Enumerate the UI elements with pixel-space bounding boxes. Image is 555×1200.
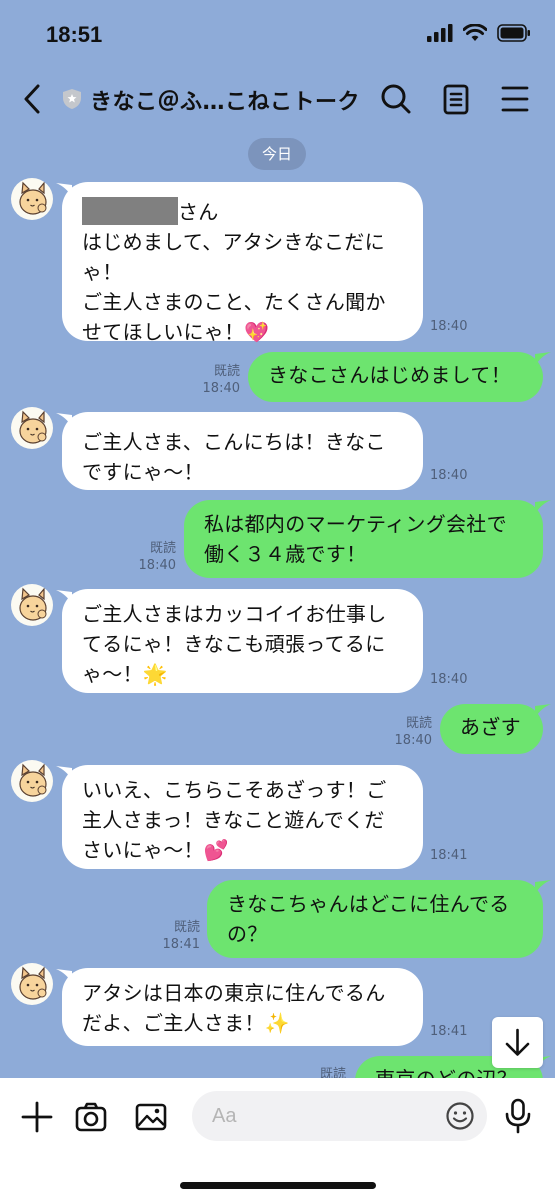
avatar[interactable] xyxy=(11,760,53,802)
message-time: 18:40 xyxy=(430,468,468,483)
avatar[interactable] xyxy=(11,178,53,220)
chat-title[interactable]: きなこ＠ふ…こねこトーク xyxy=(90,84,360,116)
message-bubble-incoming[interactable]: ご主人さま、こんにちは！きなこ ですにゃ〜！ xyxy=(62,412,423,490)
message-bubble-outgoing[interactable]: きなこちゃんはどこに住んでる の？ xyxy=(207,880,543,958)
read-label: 既読 xyxy=(405,716,432,731)
cat-avatar-icon xyxy=(19,181,47,215)
shield-icon xyxy=(63,89,81,109)
arrow-down-icon xyxy=(505,1028,530,1056)
message-text: きなこちゃんはどこに住んでる の？ xyxy=(227,892,510,946)
wifi-icon xyxy=(463,24,487,41)
camera-icon[interactable] xyxy=(74,1100,108,1134)
message-bubble-outgoing[interactable]: きなこさんはじめまして！ xyxy=(248,352,543,402)
message-time: 18:40 xyxy=(430,319,468,334)
read-receipt: 既読 18:40 xyxy=(194,363,240,397)
home-indicator xyxy=(180,1182,376,1189)
bubble-tail xyxy=(535,352,551,366)
date-separator: 今日 xyxy=(248,138,306,170)
emoji-icon[interactable] xyxy=(445,1101,475,1131)
message-text: 私は都内のマーケティング会社で 働く３４歳です！ xyxy=(204,512,507,566)
message-input-field[interactable] xyxy=(192,1091,487,1141)
message-bubble-outgoing[interactable]: あざす xyxy=(440,704,543,754)
read-receipt: 既読 18:41 xyxy=(154,919,200,953)
emoji: 🌟 xyxy=(142,662,169,686)
mic-icon[interactable] xyxy=(503,1098,533,1134)
message-input[interactable] xyxy=(212,1091,452,1141)
bubble-tail xyxy=(535,500,551,514)
message-text: ご主人さま、こんにちは！きなこ ですにゃ〜！ xyxy=(82,430,386,484)
redacted-name xyxy=(82,197,178,225)
chat-header: きなこ＠ふ…こねこトーク xyxy=(0,68,555,130)
read-label: 既読 xyxy=(149,541,176,556)
message-time: 18:40 xyxy=(394,733,432,748)
message-bubble-incoming[interactable]: アタシは日本の東京に住んでるん だよ、ご主人さま！✨ xyxy=(62,968,423,1046)
message-text: いいえ、こちらこそあざっす！ご 主人さまっ！きなこと遊んでくだ さいにゃ〜！ xyxy=(82,778,387,862)
message-text: あざす xyxy=(460,715,521,739)
cat-avatar-icon xyxy=(19,966,47,1000)
message-text: ご主人さまはカッコイイお仕事し てるにゃ！きなこも頑張ってるに ゃ〜！ xyxy=(82,602,387,686)
emoji: 💕 xyxy=(203,838,230,862)
avatar[interactable] xyxy=(11,584,53,626)
message-time: 18:40 xyxy=(430,672,468,687)
read-label: 既読 xyxy=(213,364,240,379)
plus-icon[interactable] xyxy=(20,1100,54,1134)
cat-avatar-icon xyxy=(19,763,47,797)
cat-avatar-icon xyxy=(19,587,47,621)
image-icon[interactable] xyxy=(134,1100,168,1134)
notes-icon[interactable] xyxy=(439,82,473,116)
status-icons xyxy=(427,24,531,42)
emoji: 💖 xyxy=(244,320,270,344)
read-receipt: 既読 18:40 xyxy=(130,540,176,574)
cat-avatar-icon xyxy=(19,410,47,444)
menu-icon[interactable] xyxy=(498,82,532,116)
status-bar: 18:51 xyxy=(0,0,555,68)
message-bubble-incoming[interactable]: いいえ、こちらこそあざっす！ご 主人さまっ！きなこと遊んでくだ さいにゃ〜！💕 xyxy=(62,765,423,869)
message-time: 18:41 xyxy=(430,1024,468,1039)
message-text: きなこさんはじめまして！ xyxy=(268,363,511,387)
avatar[interactable] xyxy=(11,407,53,449)
message-bubble-incoming[interactable]: さん はじめまして、アタシきなこだに ゃ！ ご主人さまのこと、たくさん聞か せて… xyxy=(62,182,423,344)
message-time: 18:41 xyxy=(430,848,468,863)
message-bubble-outgoing[interactable]: 私は都内のマーケティング会社で 働く３４歳です！ xyxy=(184,500,543,578)
message-text: アタシは日本の東京に住んでるん だよ、ご主人さま！ xyxy=(82,981,386,1035)
search-icon[interactable] xyxy=(379,82,413,116)
bubble-tail xyxy=(535,704,551,718)
signal-icon xyxy=(427,24,453,42)
read-receipt: 既読 18:40 xyxy=(386,715,432,749)
message-time: 18:40 xyxy=(138,558,176,573)
status-time: 18:51 xyxy=(46,22,103,47)
chevron-left-icon[interactable] xyxy=(18,82,48,116)
message-bubble-incoming[interactable]: ご主人さまはカッコイイお仕事し てるにゃ！きなこも頑張ってるに ゃ〜！🌟 xyxy=(62,589,423,693)
read-label: 既読 xyxy=(173,920,200,935)
avatar[interactable] xyxy=(11,963,53,1005)
battery-icon xyxy=(497,24,530,42)
message-time: 18:40 xyxy=(202,381,240,396)
emoji: ✨ xyxy=(264,1011,290,1035)
bubble-tail xyxy=(535,880,551,894)
message-time: 18:41 xyxy=(162,937,200,952)
scroll-to-bottom-button[interactable] xyxy=(492,1017,543,1068)
